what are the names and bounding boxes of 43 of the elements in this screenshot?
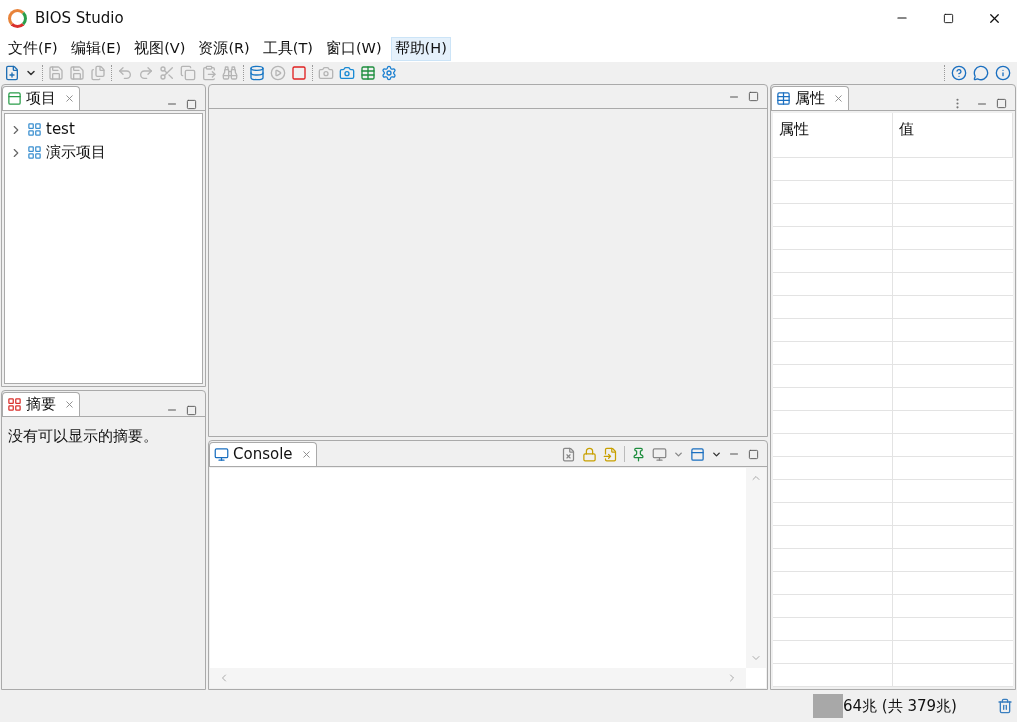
stop-icon[interactable]	[291, 65, 307, 81]
menu-item[interactable]: 视图(V)	[130, 37, 190, 61]
word-wrap-icon[interactable]	[603, 446, 618, 462]
display-icon[interactable]	[652, 446, 667, 462]
column-header[interactable]: 值	[893, 113, 1013, 157]
menu-item[interactable]: 编辑(E)	[66, 37, 126, 61]
heap-reading: 64兆 (共 379兆)	[842, 695, 957, 717]
view-tab[interactable]: 属性	[771, 86, 849, 110]
maximize-icon[interactable]	[942, 12, 954, 24]
project-icon	[27, 145, 42, 160]
lock-icon[interactable]	[582, 446, 597, 462]
menu-item[interactable]: 资源(R)	[194, 37, 254, 61]
settings-icon[interactable]	[381, 65, 397, 81]
view-tab[interactable]: 项目	[2, 86, 80, 110]
chat-icon[interactable]	[973, 65, 989, 81]
column-header[interactable]: 属性	[773, 113, 893, 157]
tree-item-label[interactable]: 演示项目	[46, 141, 106, 164]
menu-item[interactable]: 文件(F)	[4, 37, 62, 61]
menu-item[interactable]: 窗口(W)	[321, 37, 386, 61]
new-console-icon[interactable]	[690, 446, 705, 462]
clear-console-icon[interactable]	[561, 446, 576, 462]
menu-item[interactable]: 工具(T)	[258, 37, 317, 61]
heap-status[interactable]: 64兆 (共 379兆)	[813, 694, 989, 718]
database-icon[interactable]	[249, 65, 265, 81]
view-tab[interactable]: 摘要	[2, 392, 80, 416]
window-title: BIOS Studio	[35, 7, 124, 29]
tree-item-label[interactable]: test	[46, 118, 75, 141]
info-icon[interactable]	[995, 65, 1011, 81]
panel-icon	[7, 91, 22, 106]
pin-icon[interactable]	[631, 446, 646, 462]
properties-icon	[776, 91, 791, 106]
trash-icon[interactable]	[997, 698, 1013, 714]
console-icon	[214, 447, 229, 462]
summary-icon	[7, 397, 22, 412]
camera-icon[interactable]	[339, 65, 355, 81]
empty-message: 没有可以显示的摘要。	[7, 426, 159, 447]
menu-item[interactable]: 帮助(H)	[390, 37, 451, 61]
help-icon[interactable]	[951, 65, 967, 81]
app-logo-icon	[8, 8, 27, 28]
spreadsheet-icon[interactable]	[360, 65, 376, 81]
new-file-icon[interactable]	[4, 65, 20, 81]
view-tab[interactable]: Console	[209, 442, 317, 466]
project-icon	[27, 122, 42, 137]
